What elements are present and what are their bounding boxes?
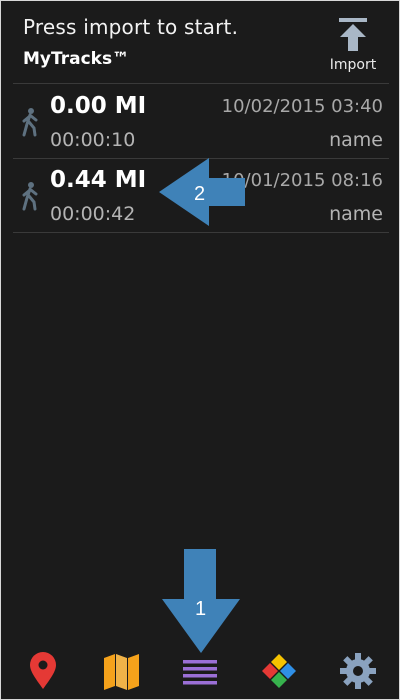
app-screen: Press import to start. MyTracks™ Import … [0,0,400,700]
import-button[interactable]: Import [319,11,387,79]
divider [13,83,389,84]
annotation-number: 1 [195,598,207,620]
track-duration: 00:00:10 [50,129,136,151]
nav-map[interactable] [99,649,143,693]
nav-list[interactable] [178,649,222,693]
nav-map-pin[interactable] [21,649,65,693]
bottom-nav [1,641,399,699]
track-distance: 0.44 MI [50,167,147,193]
header: Press import to start. MyTracks™ Import [1,1,399,83]
puzzle-icon [262,654,296,688]
track-name: name [329,203,383,225]
gear-icon [340,653,376,689]
walking-person-icon [22,182,38,211]
import-label: Import [329,57,377,73]
folded-map-icon [104,654,139,690]
walking-person-icon [22,108,38,137]
track-name: name [329,129,383,151]
app-title: MyTracks™ [23,49,130,69]
start-prompt: Press import to start. [23,15,239,39]
track-row[interactable]: 0.00 MI 00:00:10 10/02/2015 03:40 name [13,87,389,159]
divider [13,232,389,233]
annotation-number: 2 [194,183,206,205]
list-icon [183,660,217,685]
nav-puzzle[interactable] [257,649,301,693]
track-duration: 00:00:42 [50,203,136,225]
track-datetime: 10/02/2015 03:40 [221,96,383,117]
import-icon [339,18,367,51]
track-distance: 0.00 MI [50,93,147,119]
map-pin-icon [30,652,56,689]
nav-settings[interactable] [336,649,380,693]
